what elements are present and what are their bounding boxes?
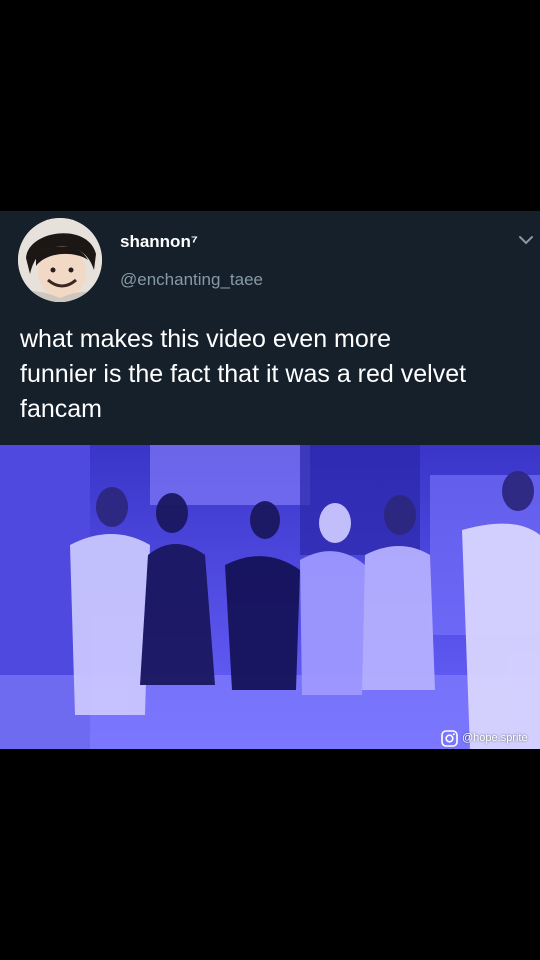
- tweet-text: what makes this video even more funnier …: [20, 325, 467, 423]
- instagram-icon: [441, 729, 458, 747]
- video-still[interactable]: [0, 445, 540, 749]
- profile-avatar[interactable]: [18, 218, 102, 302]
- chevron-down-icon[interactable]: [516, 230, 536, 250]
- user-handle[interactable]: @enchanting_taee: [120, 270, 263, 290]
- watermark-handle: @hope.sprite: [462, 732, 528, 744]
- display-name[interactable]: shannon⁷: [120, 232, 198, 252]
- instagram-watermark: @hope.sprite: [441, 729, 528, 747]
